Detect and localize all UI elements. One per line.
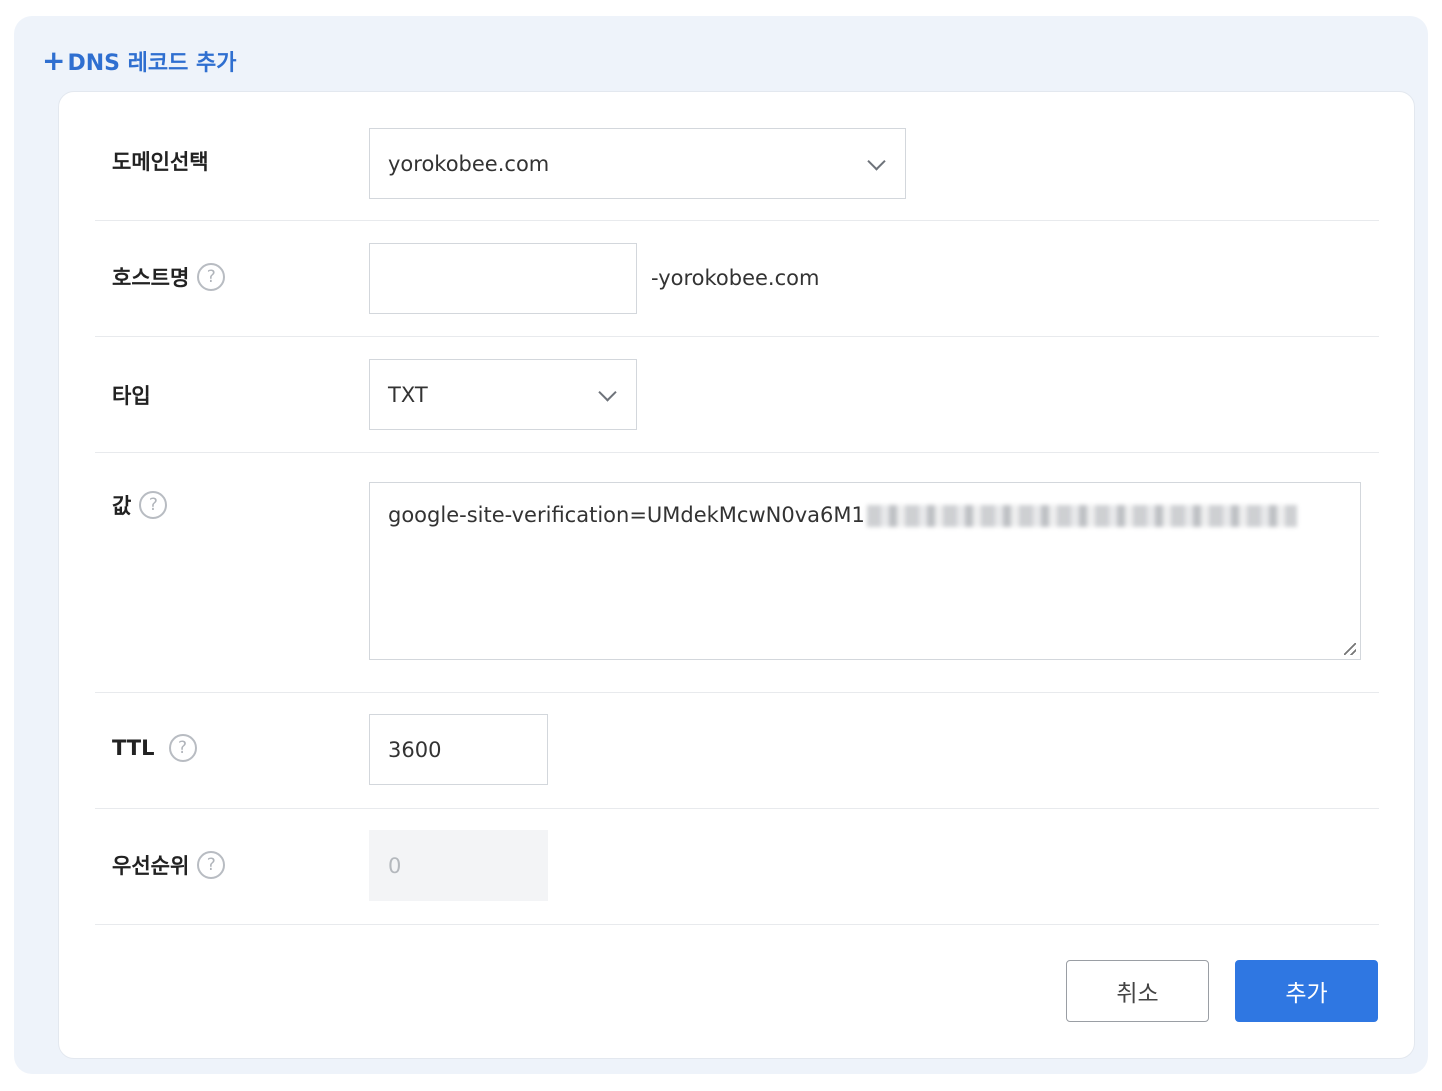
priority-label-text: 우선순위 (112, 854, 190, 878)
priority-input-value: 0 (388, 853, 402, 878)
domain-select-value: yorokobee.com (388, 151, 550, 176)
section-title: + DNS 레코드 추가 (42, 44, 237, 77)
help-icon[interactable]: ? (168, 734, 197, 762)
type-label-text: 타입 (112, 384, 151, 408)
domain-label-text: 도메인선택 (112, 150, 209, 174)
dns-record-panel: + DNS 레코드 추가 도메인선택 yorokobee.com 호스트명 ? … (14, 16, 1428, 1074)
row-ttl: TTL ? 3600 (95, 692, 1379, 809)
chevron-down-icon (598, 382, 617, 402)
help-icon[interactable]: ? (139, 491, 168, 519)
value-textarea[interactable]: google-site-verification=UMdekMcwN0va6M1 (369, 482, 1361, 660)
value-text: google-site-verification=UMdekMcwN0va6M1 (388, 503, 865, 527)
form-card: 도메인선택 yorokobee.com 호스트명 ? -yorokobee.co… (58, 91, 1415, 1059)
hostname-input[interactable] (369, 243, 637, 314)
redacted-blur (866, 505, 1297, 527)
row-domain: 도메인선택 yorokobee.com (95, 92, 1379, 221)
ttl-label-text: TTL (112, 736, 155, 760)
hostname-suffix: -yorokobee.com (651, 266, 820, 290)
domain-select[interactable]: yorokobee.com (369, 128, 906, 199)
hostname-label: 호스트명 ? (112, 262, 226, 292)
row-priority: 우선순위 ? 0 (95, 808, 1379, 925)
type-select[interactable]: TXT (369, 359, 637, 430)
domain-label: 도메인선택 (112, 146, 209, 176)
priority-input: 0 (369, 830, 548, 901)
add-button[interactable]: 추가 (1235, 960, 1378, 1022)
row-hostname: 호스트명 ? -yorokobee.com (95, 220, 1379, 337)
row-value: 값 ? google-site-verification=UMdekMcwN0v… (95, 452, 1379, 693)
type-label: 타입 (112, 380, 151, 410)
cancel-button[interactable]: 취소 (1066, 960, 1209, 1022)
section-title-text: DNS 레코드 추가 (67, 51, 237, 76)
row-type: 타입 TXT (95, 336, 1379, 453)
chevron-down-icon (867, 151, 886, 171)
value-label-text: 값 (112, 494, 132, 518)
type-select-value: TXT (388, 382, 428, 407)
resize-handle-icon[interactable] (1344, 643, 1356, 655)
hostname-label-text: 호스트명 (112, 266, 190, 290)
ttl-label: TTL ? (112, 734, 197, 762)
value-textarea-content: google-site-verification=UMdekMcwN0va6M1 (388, 503, 1297, 527)
plus-icon: + (42, 44, 66, 77)
help-icon[interactable]: ? (197, 263, 226, 291)
value-label: 값 ? (112, 490, 168, 520)
ttl-input-value: 3600 (388, 737, 442, 762)
ttl-input[interactable]: 3600 (369, 714, 548, 785)
priority-label: 우선순위 ? (112, 850, 226, 880)
help-icon[interactable]: ? (197, 851, 226, 879)
